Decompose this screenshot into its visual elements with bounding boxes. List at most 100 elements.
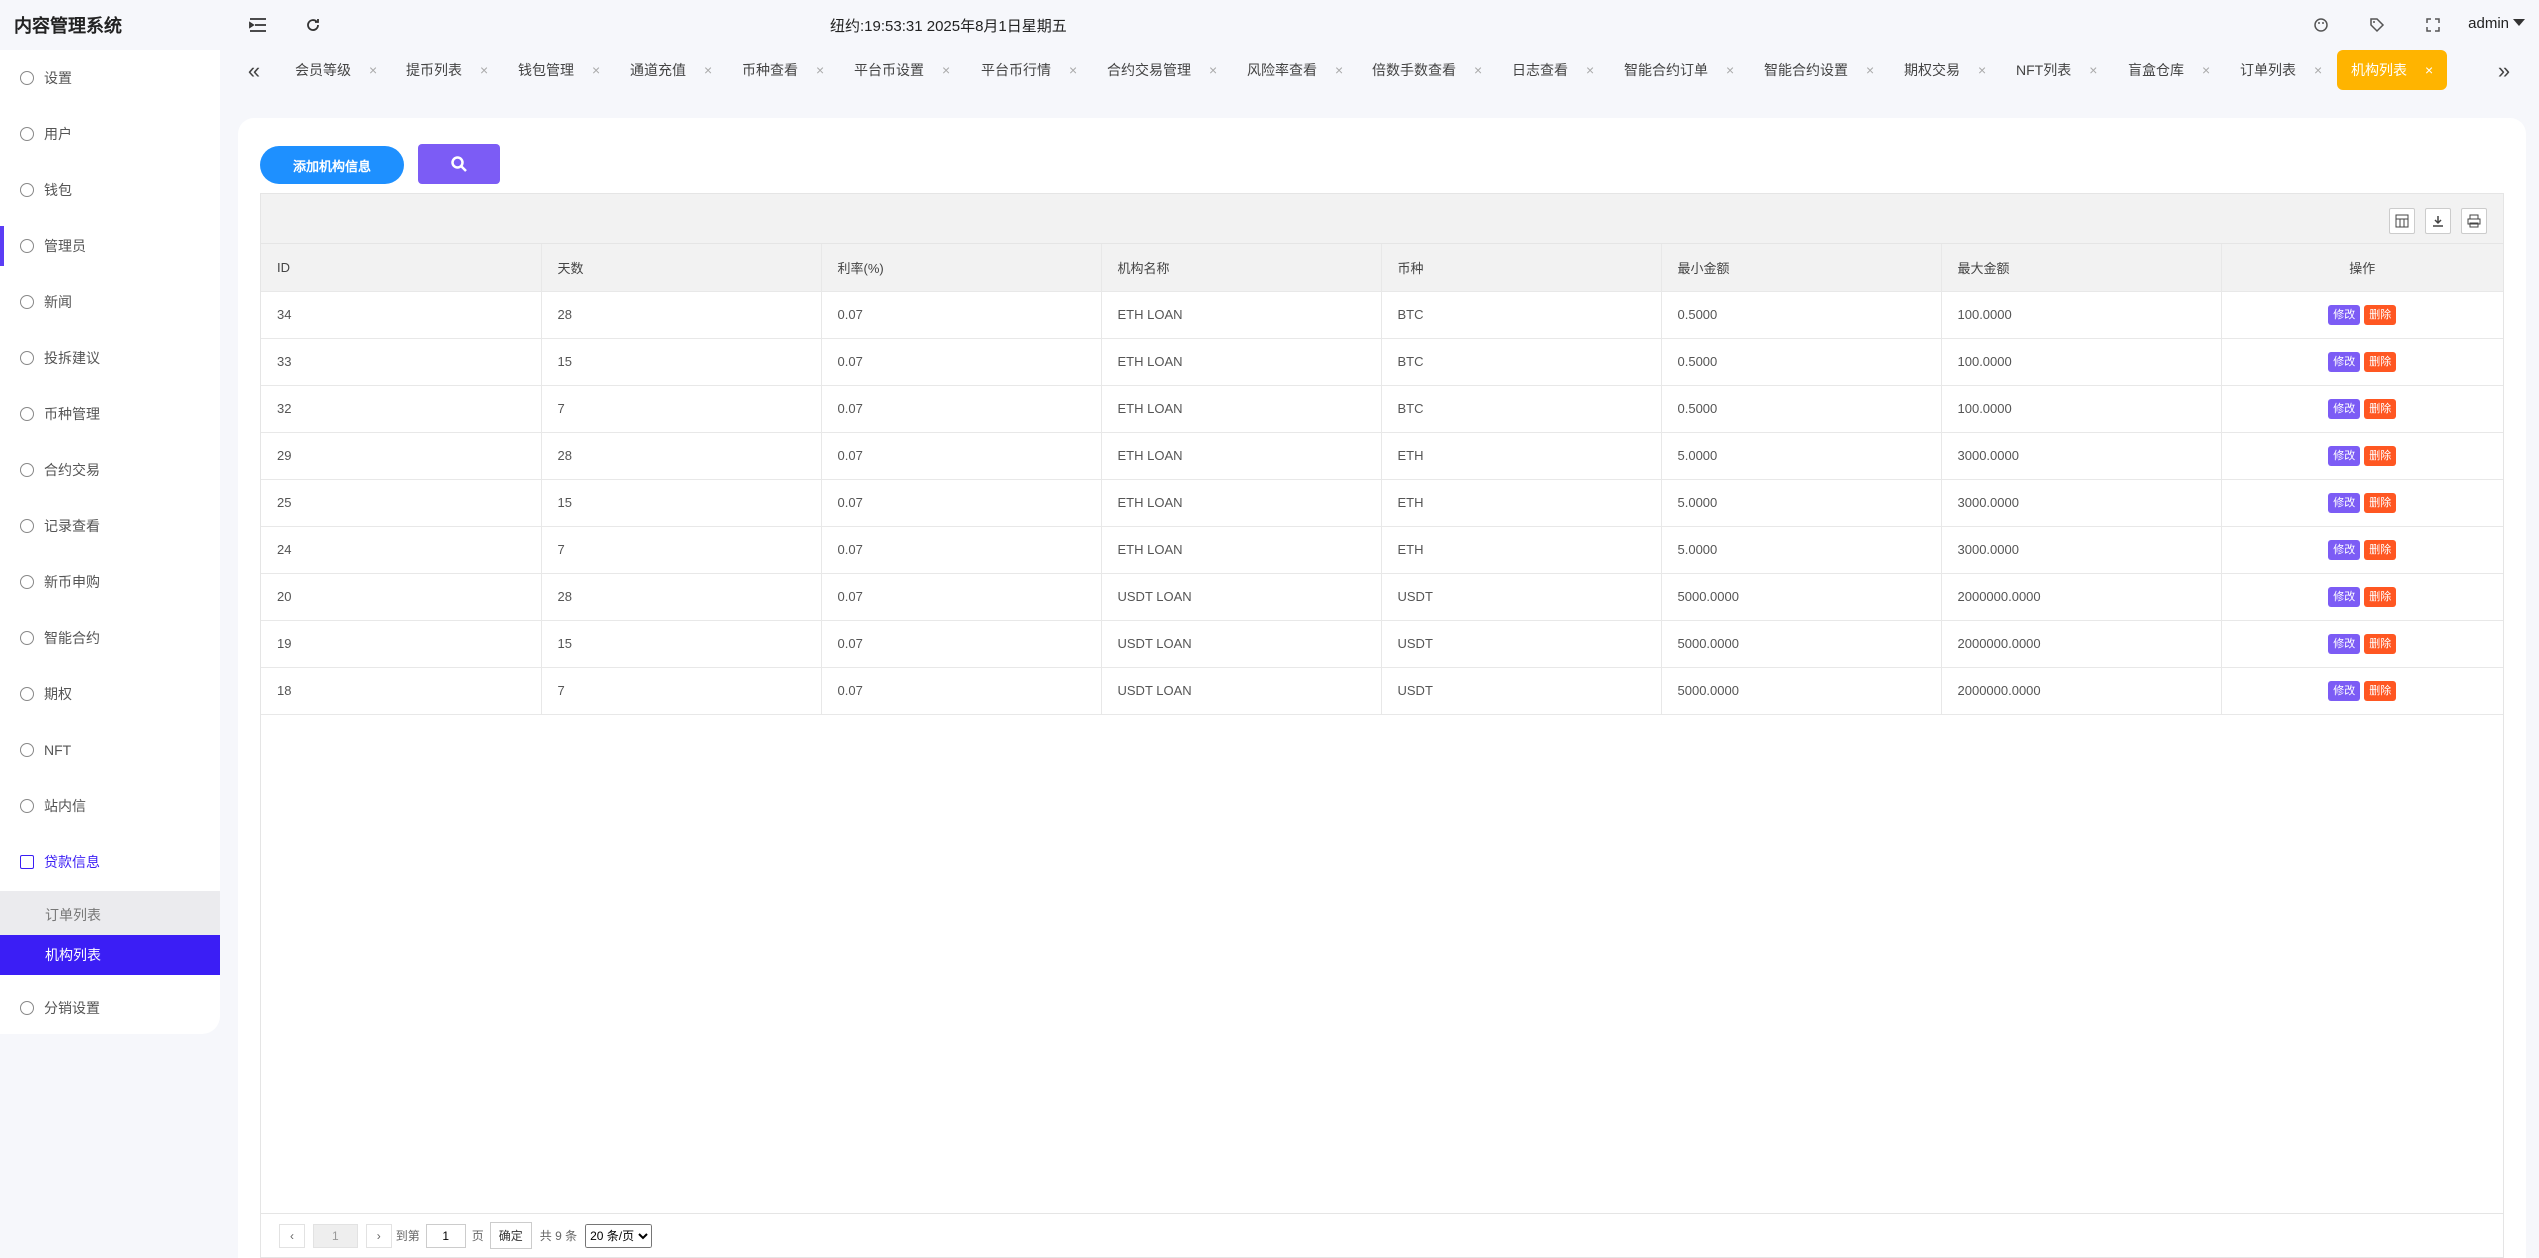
- close-icon[interactable]: ×: [2425, 62, 2433, 78]
- columns-icon[interactable]: [2389, 208, 2415, 234]
- table-cell: 0.07: [821, 573, 1102, 621]
- sidebar-item-feedback[interactable]: 投拆建议: [0, 338, 220, 378]
- sidebar-item-distribution[interactable]: 分销设置: [0, 988, 220, 1028]
- delete-button[interactable]: 删除: [2364, 539, 2397, 560]
- tab[interactable]: 智能合约设置 ×: [1764, 50, 1874, 90]
- delete-button[interactable]: 删除: [2364, 445, 2397, 466]
- delete-button[interactable]: 删除: [2364, 398, 2397, 419]
- sidebar-item-settings[interactable]: 设置: [0, 58, 220, 98]
- tabs-prev-icon[interactable]: «: [242, 58, 266, 84]
- tab[interactable]: 订单列表 ×: [2240, 50, 2322, 90]
- refresh-icon[interactable]: [302, 14, 324, 36]
- close-icon[interactable]: ×: [704, 62, 712, 78]
- export-icon[interactable]: [2425, 208, 2451, 234]
- close-icon[interactable]: ×: [1726, 62, 1734, 78]
- diamond-icon: [20, 407, 34, 421]
- sidebar-item-loans[interactable]: 贷款信息: [0, 842, 220, 882]
- tab-label: 盲盒仓库: [2128, 62, 2184, 78]
- tab[interactable]: 倍数手数查看 ×: [1372, 50, 1482, 90]
- table-cell: ETH LOAN: [1101, 432, 1382, 480]
- close-icon[interactable]: ×: [1586, 62, 1594, 78]
- sidebar-item-records[interactable]: 记录查看: [0, 506, 220, 546]
- tab[interactable]: 平台币设置 ×: [854, 50, 950, 90]
- sidebar-item-wallet[interactable]: 钱包: [0, 170, 220, 210]
- add-institution-button[interactable]: 添加机构信息: [260, 146, 404, 184]
- sidebar-subitem-institutions[interactable]: 机构列表: [0, 935, 220, 975]
- tag-icon[interactable]: [2366, 14, 2388, 36]
- delete-button[interactable]: 删除: [2364, 586, 2397, 607]
- page-input[interactable]: [425, 1223, 466, 1248]
- print-icon[interactable]: [2461, 208, 2487, 234]
- close-icon[interactable]: ×: [592, 62, 600, 78]
- delete-button[interactable]: 删除: [2364, 680, 2397, 701]
- sidebar-item-options[interactable]: 期权: [0, 674, 220, 714]
- sidebar-item-label: 分销设置: [44, 1000, 100, 1016]
- tab[interactable]: 平台币行情 ×: [981, 50, 1077, 90]
- page-size-select[interactable]: 20 条/页: [585, 1223, 653, 1248]
- tab[interactable]: 提币列表 ×: [406, 50, 488, 90]
- close-icon[interactable]: ×: [1335, 62, 1343, 78]
- edit-button[interactable]: 修改: [2328, 492, 2361, 513]
- delete-button[interactable]: 删除: [2364, 304, 2397, 325]
- sidebar-item-admin[interactable]: 管理员: [0, 226, 220, 266]
- close-icon[interactable]: ×: [1069, 62, 1077, 78]
- tab[interactable]: 币种查看 ×: [742, 50, 824, 90]
- sidebar-item-contract[interactable]: 合约交易: [0, 450, 220, 490]
- edit-button[interactable]: 修改: [2328, 680, 2361, 701]
- sidebar-item-ipo[interactable]: 新币申购: [0, 562, 220, 602]
- close-icon[interactable]: ×: [1209, 62, 1217, 78]
- current-page[interactable]: 1: [313, 1223, 358, 1248]
- delete-button[interactable]: 删除: [2364, 492, 2397, 513]
- close-icon[interactable]: ×: [369, 62, 377, 78]
- search-button[interactable]: [418, 144, 500, 184]
- close-icon[interactable]: ×: [1866, 62, 1874, 78]
- edit-button[interactable]: 修改: [2328, 304, 2361, 325]
- user-menu[interactable]: admin: [2468, 15, 2525, 32]
- sidebar-subitem-orders[interactable]: 订单列表: [0, 895, 220, 935]
- close-icon[interactable]: ×: [2314, 62, 2322, 78]
- tab[interactable]: 通道充值 ×: [630, 50, 712, 90]
- next-page-icon[interactable]: ›: [365, 1223, 392, 1248]
- edit-button[interactable]: 修改: [2328, 445, 2361, 466]
- edit-button[interactable]: 修改: [2328, 398, 2361, 419]
- tab-label: 钱包管理: [518, 62, 574, 78]
- sidebar-item-nft[interactable]: NFT: [0, 730, 220, 770]
- tab[interactable]: 期权交易 ×: [1904, 50, 1986, 90]
- tabs-next-icon[interactable]: »: [2492, 58, 2516, 84]
- close-icon[interactable]: ×: [816, 62, 824, 78]
- data-table: ID 天数 利率(%) 机构名称 币种 最小金额 最大金额 操作 34 28 0.07 ETH LO…: [260, 193, 2504, 1258]
- tab[interactable]: 风险率查看 ×: [1247, 50, 1343, 90]
- sidebar-item-label: 钱包: [44, 182, 72, 198]
- tab-label: 期权交易: [1904, 62, 1960, 78]
- tab[interactable]: 钱包管理 ×: [518, 50, 600, 90]
- theme-icon[interactable]: [2310, 14, 2332, 36]
- tab[interactable]: 会员等级 ×: [295, 50, 377, 90]
- close-icon[interactable]: ×: [480, 62, 488, 78]
- edit-button[interactable]: 修改: [2328, 539, 2361, 560]
- close-icon[interactable]: ×: [1978, 62, 1986, 78]
- tab-active[interactable]: 机构列表 ×: [2337, 50, 2448, 90]
- tab[interactable]: 盲盒仓库 ×: [2128, 50, 2210, 90]
- close-icon[interactable]: ×: [1474, 62, 1482, 78]
- edit-button[interactable]: 修改: [2328, 633, 2361, 654]
- prev-page-icon[interactable]: ‹: [279, 1223, 305, 1248]
- sidebar-item-smart-contract[interactable]: 智能合约: [0, 618, 220, 658]
- edit-button[interactable]: 修改: [2328, 586, 2361, 607]
- sidebar-item-messages[interactable]: 站内信: [0, 786, 220, 826]
- confirm-button[interactable]: 确定: [489, 1222, 532, 1249]
- tab[interactable]: 日志查看 ×: [1512, 50, 1594, 90]
- fullscreen-icon[interactable]: [2422, 14, 2444, 36]
- delete-button[interactable]: 删除: [2364, 351, 2397, 372]
- delete-button[interactable]: 删除: [2364, 633, 2397, 654]
- tab[interactable]: NFT列表 ×: [2016, 50, 2097, 90]
- close-icon[interactable]: ×: [2089, 62, 2097, 78]
- sidebar-item-users[interactable]: 用户: [0, 114, 220, 154]
- tab[interactable]: 智能合约订单 ×: [1624, 50, 1734, 90]
- edit-button[interactable]: 修改: [2328, 351, 2361, 372]
- close-icon[interactable]: ×: [2202, 62, 2210, 78]
- sidebar-item-currency[interactable]: 币种管理: [0, 394, 220, 434]
- close-icon[interactable]: ×: [942, 62, 950, 78]
- menu-toggle-icon[interactable]: [247, 14, 269, 36]
- tab[interactable]: 合约交易管理 ×: [1107, 50, 1217, 90]
- sidebar-item-news[interactable]: 新闻: [0, 282, 220, 322]
